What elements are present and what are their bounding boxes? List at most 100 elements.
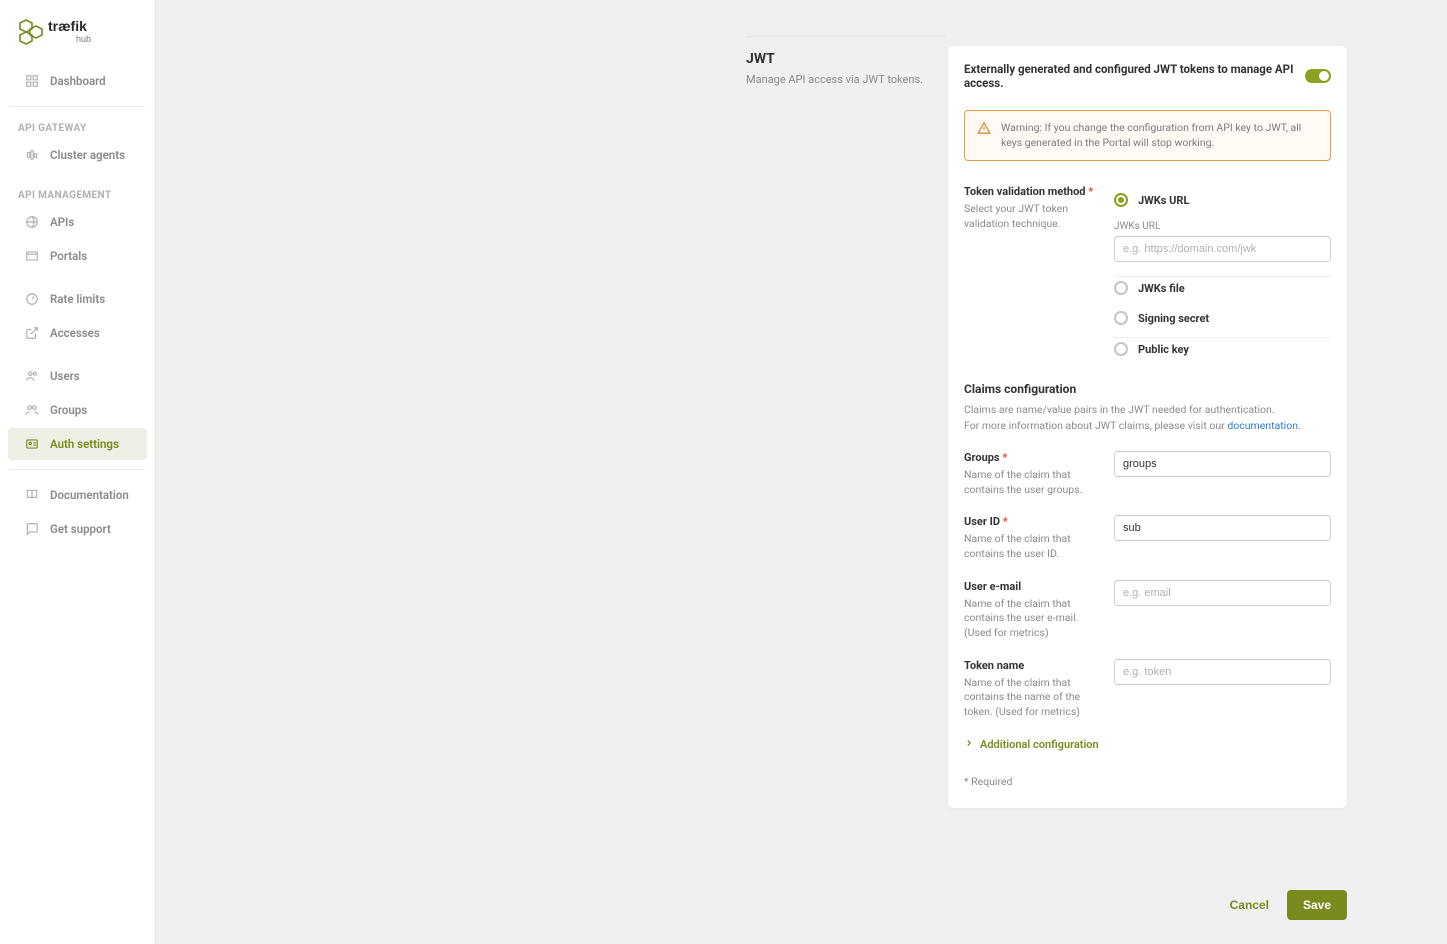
page-subtitle: Manage API access via JWT tokens. — [746, 73, 946, 86]
tokenname-row: Token name Name of the claim that contai… — [964, 659, 1331, 720]
tokenname-desc: Name of the claim that contains the name… — [964, 676, 1094, 720]
page-header: JWT Manage API access via JWT tokens. — [746, 36, 946, 86]
radio-icon — [1114, 193, 1128, 207]
required-marker: * — [1002, 451, 1007, 464]
sidebar-item-label: APIs — [50, 215, 74, 229]
sidebar-item-rate-limits[interactable]: Rate limits — [8, 283, 147, 315]
book-icon — [24, 487, 40, 503]
portals-icon — [24, 248, 40, 264]
users-icon — [24, 368, 40, 384]
cancel-button[interactable]: Cancel — [1226, 890, 1273, 920]
sidebar-item-dashboard[interactable]: Dashboard — [8, 65, 147, 97]
useremail-input[interactable] — [1114, 580, 1331, 606]
userid-desc: Name of the claim that contains the user… — [964, 532, 1094, 561]
main-content: JWT Manage API access via JWT tokens. Ex… — [156, 0, 1447, 944]
radio-label: Public key — [1138, 343, 1189, 356]
tokenname-input[interactable] — [1114, 659, 1331, 685]
sidebar-item-label: Documentation — [50, 488, 129, 502]
radio-icon — [1114, 342, 1128, 356]
sidebar-item-label: Auth settings — [50, 437, 119, 451]
sidebar-item-label: Users — [50, 369, 80, 383]
sidebar-item-users[interactable]: Users — [8, 360, 147, 392]
page-title: JWT — [746, 51, 946, 67]
sidebar-item-label: Groups — [50, 403, 87, 417]
useremail-row: User e-mail Name of the claim that conta… — [964, 580, 1331, 641]
warning-icon — [977, 121, 991, 150]
userid-row: User ID * Name of the claim that contain… — [964, 515, 1331, 561]
radio-icon — [1114, 281, 1128, 295]
radio-label: Signing secret — [1138, 312, 1209, 325]
groups-input[interactable] — [1114, 451, 1331, 477]
required-marker: * — [1003, 515, 1008, 528]
groups-row: Groups * Name of the claim that contains… — [964, 451, 1331, 497]
sidebar-item-groups[interactable]: Groups — [8, 394, 147, 426]
brand-logo: træfik hub — [0, 12, 155, 64]
useremail-label: User e-mail — [964, 580, 1021, 593]
additional-configuration-toggle[interactable]: Additional configuration — [964, 738, 1331, 751]
useremail-desc: Name of the claim that contains the user… — [964, 597, 1094, 641]
required-marker: * — [1088, 185, 1093, 198]
card-title: Externally generated and configured JWT … — [964, 62, 1305, 90]
jwks-url-input[interactable] — [1114, 236, 1331, 262]
userid-label: User ID — [964, 515, 1000, 528]
radio-icon — [1114, 311, 1128, 325]
required-note: * Required — [964, 775, 1331, 788]
userid-input[interactable] — [1114, 515, 1331, 541]
svg-text:hub: hub — [76, 34, 91, 44]
radio-public-key[interactable]: Public key — [1114, 337, 1331, 364]
cluster-icon — [24, 147, 40, 163]
token-validation-row: Token validation method * Select your JW… — [964, 185, 1331, 364]
jwks-url-sub: JWKs URL — [1114, 221, 1331, 262]
gauge-icon — [24, 291, 40, 307]
radio-jwks-url[interactable]: JWKs URL — [1114, 185, 1331, 215]
token-validation-options: JWKs URL JWKs URL JWKs file Signing secr… — [1114, 185, 1331, 364]
sidebar-item-label: Portals — [50, 249, 87, 263]
sidebar-item-label: Dashboard — [50, 74, 106, 88]
documentation-link[interactable]: documentation — [1227, 419, 1298, 432]
id-card-icon — [24, 436, 40, 452]
jwt-config-card: Externally generated and configured JWT … — [948, 46, 1347, 808]
sidebar-item-label: Rate limits — [50, 292, 105, 306]
warning-text: Warning: If you change the configuration… — [1001, 121, 1318, 150]
token-validation-label: Token validation method — [964, 185, 1085, 198]
save-button[interactable]: Save — [1287, 890, 1347, 920]
claims-desc: Claims are name/value pairs in the JWT n… — [964, 402, 1331, 432]
radio-signing-secret[interactable]: Signing secret — [1114, 303, 1331, 333]
sidebar-item-label: Get support — [50, 522, 111, 536]
radio-label: JWKs file — [1138, 282, 1185, 295]
chevron-right-icon — [964, 738, 974, 751]
sidebar-item-auth-settings[interactable]: Auth settings — [8, 428, 147, 460]
claims-title: Claims configuration — [964, 382, 1331, 396]
groups-desc: Name of the claim that contains the user… — [964, 468, 1094, 497]
sidebar-section-api-management: API MANAGEMENT — [0, 182, 155, 205]
token-validation-desc: Select your JWT token validation techniq… — [964, 202, 1094, 231]
footer-actions: Cancel Save — [1226, 890, 1347, 920]
divider — [10, 469, 145, 470]
sidebar-item-documentation[interactable]: Documentation — [8, 479, 147, 511]
chat-icon — [24, 521, 40, 537]
divider — [10, 106, 145, 107]
sidebar-item-label: Cluster agents — [50, 148, 125, 162]
sidebar: træfik hub Dashboard API GATEWAY Cluster… — [0, 0, 156, 944]
warning-alert: Warning: If you change the configuration… — [964, 110, 1331, 161]
svg-text:træfik: træfik — [48, 18, 87, 34]
sidebar-item-label: Accesses — [50, 326, 100, 340]
additional-label: Additional configuration — [980, 738, 1099, 751]
sidebar-item-portals[interactable]: Portals — [8, 240, 147, 272]
dashboard-icon — [24, 73, 40, 89]
tokenname-label: Token name — [964, 659, 1024, 672]
radio-jwks-file[interactable]: JWKs file — [1114, 276, 1331, 303]
sidebar-item-apis[interactable]: APIs — [8, 206, 147, 238]
apis-icon — [24, 214, 40, 230]
claims-desc-pre: For more information about JWT claims, p… — [964, 419, 1227, 432]
sidebar-item-accesses[interactable]: Accesses — [8, 317, 147, 349]
groups-label: Groups — [964, 451, 1000, 464]
sidebar-item-get-support[interactable]: Get support — [8, 513, 147, 545]
claims-desc-post: . — [1298, 419, 1301, 432]
access-icon — [24, 325, 40, 341]
sidebar-item-cluster-agents[interactable]: Cluster agents — [8, 139, 147, 171]
groups-icon — [24, 402, 40, 418]
jwt-enabled-toggle[interactable] — [1305, 69, 1331, 83]
jwks-url-input-label: JWKs URL — [1114, 221, 1331, 232]
sidebar-section-api-gateway: API GATEWAY — [0, 115, 155, 138]
